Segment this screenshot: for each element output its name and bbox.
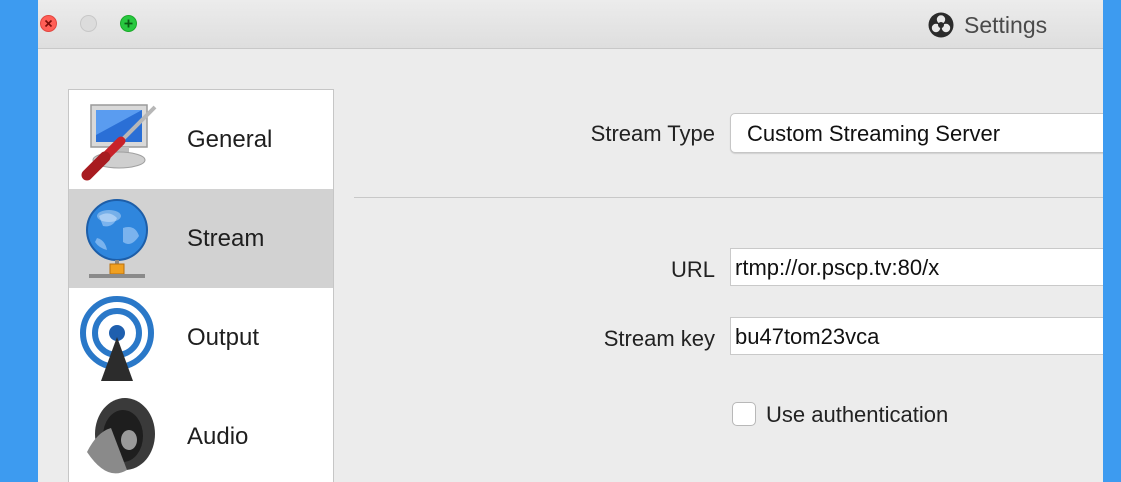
sidebar-item-label: Audio [187, 423, 249, 450]
sidebar-item-stream[interactable]: Stream [69, 189, 333, 288]
close-window-button[interactable] [40, 15, 57, 32]
stream-key-input[interactable]: bu47tom23vca [730, 317, 1103, 355]
sidebar-item-label: Output [187, 324, 260, 351]
section-divider [354, 197, 1103, 198]
plus-icon [124, 19, 133, 28]
minimize-window-button[interactable] [80, 15, 97, 32]
window-title-text: Settings [964, 11, 1048, 38]
globe-network-icon [86, 199, 148, 278]
sidebar-item-label: Stream [187, 225, 265, 252]
settings-sidebar: General Stream Output Audio [68, 89, 334, 482]
close-icon [44, 19, 53, 28]
sidebar-item-output[interactable]: Output [69, 288, 333, 387]
sidebar-item-audio[interactable]: Audio [69, 387, 333, 482]
use-authentication-checkbox[interactable] [732, 402, 756, 426]
use-authentication-label[interactable]: Use authentication [766, 402, 948, 428]
title-bar: Settings [38, 0, 1103, 49]
broadcast-antenna-icon [80, 296, 154, 381]
stream-type-select[interactable]: Custom Streaming Server [730, 113, 1103, 153]
sidebar-item-label: General [187, 126, 273, 153]
screwdriver-monitor-icon [81, 104, 157, 181]
sidebar-item-general[interactable]: General [69, 90, 333, 189]
window-title: Settings [928, 12, 1047, 38]
settings-window: Settings General Stream Output Audio Str… [38, 0, 1103, 482]
url-input[interactable]: rtmp://or.pscp.tv:80/x [730, 248, 1103, 286]
stream-key-label: Stream key [603, 326, 715, 351]
obs-logo-icon [928, 12, 954, 38]
zoom-window-button[interactable] [120, 15, 137, 32]
url-label: URL [670, 257, 715, 282]
speaker-icon [87, 398, 155, 474]
stream-type-label: Stream Type [590, 121, 715, 146]
